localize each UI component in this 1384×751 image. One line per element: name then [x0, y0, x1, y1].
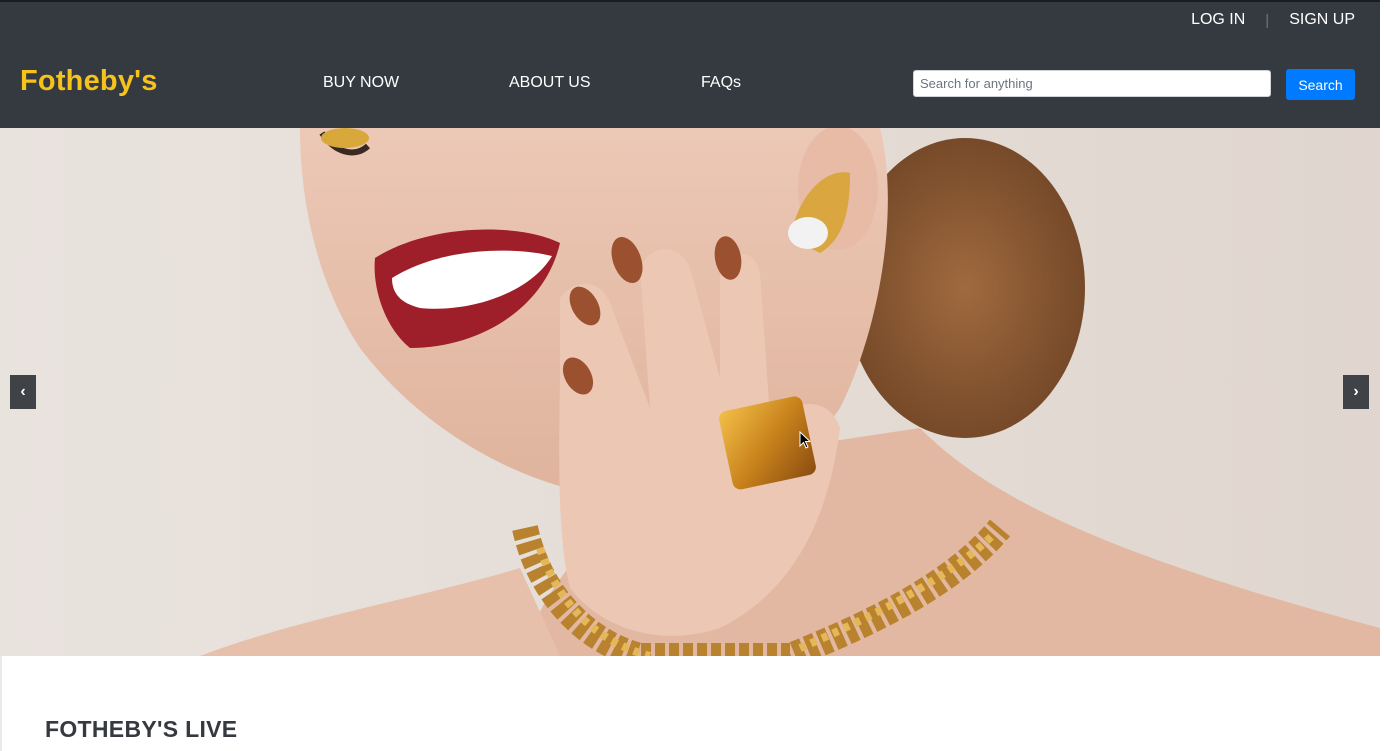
chevron-right-icon: ›: [1353, 383, 1359, 400]
carousel-next-button[interactable]: ›: [1343, 375, 1369, 409]
carousel-prev-button[interactable]: ‹: [10, 375, 36, 409]
nav-about-us[interactable]: ABOUT US: [509, 74, 591, 92]
site-header: LOG IN | SIGN UP Fotheby's BUY NOW ABOUT…: [0, 2, 1380, 128]
auth-separator: |: [1265, 11, 1270, 29]
brand-logo[interactable]: Fotheby's: [20, 65, 158, 98]
section-title: FOTHEBY'S LIVE: [45, 716, 238, 742]
page-edge: [1380, 0, 1384, 751]
mouse-cursor-icon: [799, 431, 811, 449]
main-content: FOTHEBY'S LIVE: [0, 656, 1380, 751]
nav-faqs[interactable]: FAQs: [701, 74, 741, 92]
hero-carousel: ‹ ›: [0, 128, 1380, 656]
auth-links: LOG IN | SIGN UP: [1191, 11, 1355, 29]
search-button[interactable]: Search: [1286, 69, 1355, 100]
hero-image: [0, 128, 1380, 656]
nav-buy-now[interactable]: BUY NOW: [323, 74, 399, 92]
signup-link[interactable]: SIGN UP: [1289, 11, 1355, 29]
chevron-left-icon: ‹: [20, 383, 26, 400]
search-input[interactable]: [913, 70, 1271, 97]
login-link[interactable]: LOG IN: [1191, 11, 1245, 29]
